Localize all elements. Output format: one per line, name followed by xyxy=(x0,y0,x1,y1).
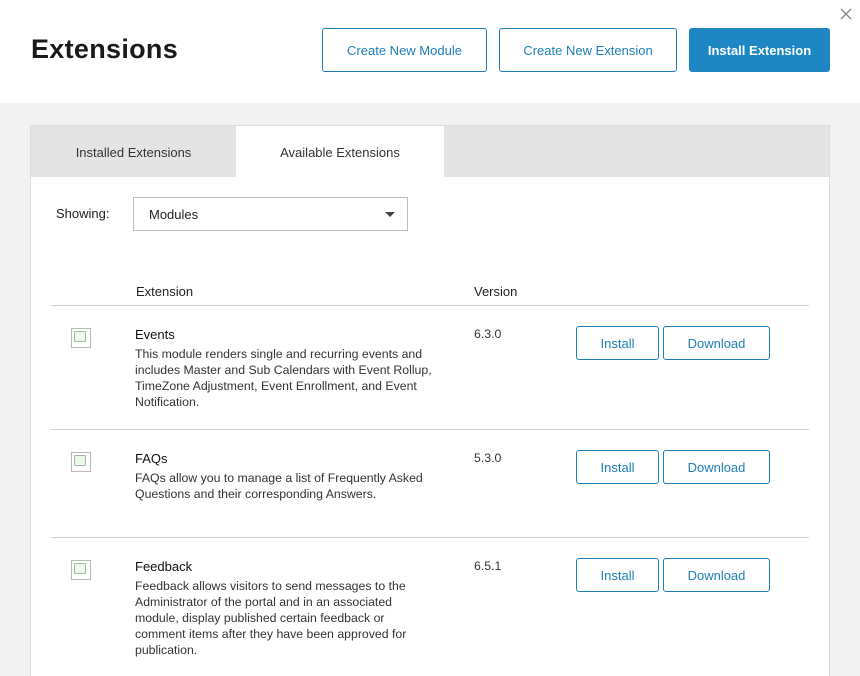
broken-image-icon xyxy=(71,328,91,348)
tab-available-extensions[interactable]: Available Extensions xyxy=(236,126,444,178)
close-icon[interactable] xyxy=(840,8,854,22)
extension-type-select[interactable]: Modules xyxy=(133,197,408,231)
install-button[interactable]: Install xyxy=(576,326,659,360)
extension-name: Feedback xyxy=(135,559,193,574)
extension-version: 5.3.0 xyxy=(474,451,502,465)
extension-description: This module renders single and recurring… xyxy=(135,347,432,409)
column-header-extension: Extension xyxy=(136,284,194,299)
extension-version: 6.5.1 xyxy=(474,559,502,573)
showing-label: Showing: xyxy=(56,206,110,221)
column-header-version: Version xyxy=(474,284,518,299)
install-button[interactable]: Install xyxy=(576,450,659,484)
install-button[interactable]: Install xyxy=(576,558,659,592)
broken-image-icon xyxy=(71,452,91,472)
extension-name: Events xyxy=(135,327,175,342)
extension-name: FAQs xyxy=(135,451,168,466)
create-new-extension-button[interactable]: Create New Extension xyxy=(499,28,677,72)
download-button[interactable]: Download xyxy=(663,450,770,484)
broken-image-icon xyxy=(71,560,91,580)
extensions-panel: Installed Extensions Available Extension… xyxy=(30,125,830,676)
table-row: FAQs FAQs allow you to manage a list of … xyxy=(51,430,809,538)
extension-description: FAQs allow you to manage a list of Frequ… xyxy=(135,471,423,501)
page-header: Extensions Create New Module Create New … xyxy=(0,0,860,103)
table-row: Events This module renders single and re… xyxy=(51,306,809,430)
tab-bar: Installed Extensions Available Extension… xyxy=(31,126,829,178)
page-title: Extensions xyxy=(31,34,179,64)
extension-version: 6.3.0 xyxy=(474,327,502,341)
chevron-down-icon xyxy=(385,212,395,217)
tab-installed-extensions[interactable]: Installed Extensions xyxy=(31,126,236,178)
download-button[interactable]: Download xyxy=(663,558,770,592)
select-value: Modules xyxy=(149,206,199,222)
extension-description: Feedback allows visitors to send message… xyxy=(135,579,407,657)
create-new-module-button[interactable]: Create New Module xyxy=(322,28,487,72)
install-extension-button[interactable]: Install Extension xyxy=(689,28,830,72)
table-row: Feedback Feedback allows visitors to sen… xyxy=(51,538,809,676)
download-button[interactable]: Download xyxy=(663,326,770,360)
